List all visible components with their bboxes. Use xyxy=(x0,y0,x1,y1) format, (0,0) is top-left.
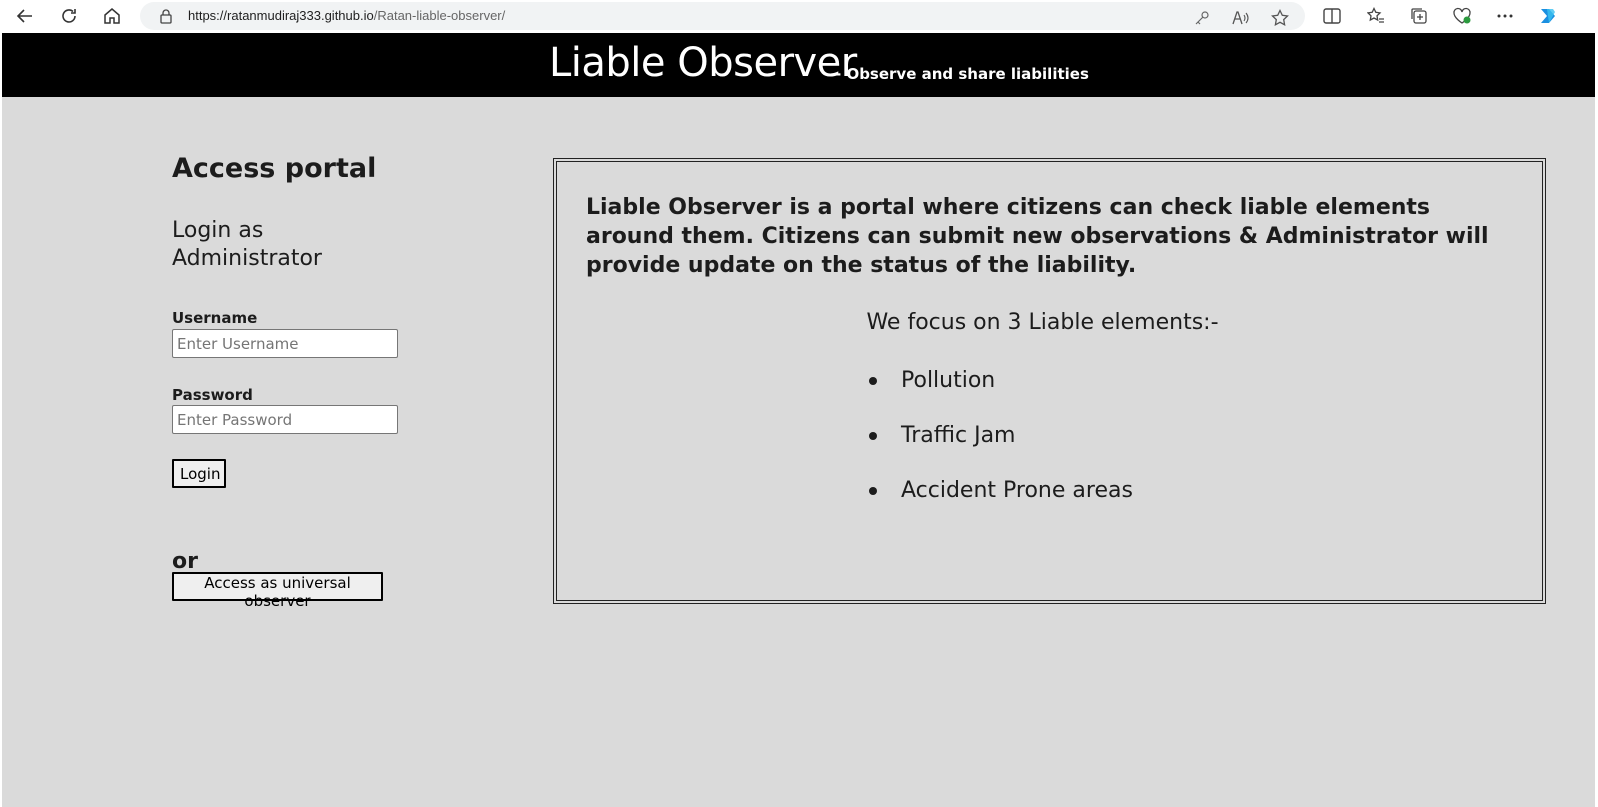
password-key-icon[interactable] xyxy=(1191,7,1213,29)
username-label: Username xyxy=(172,309,258,327)
page-body: Liable Observer - Observe and share liab… xyxy=(2,33,1595,807)
list-item-label: Accident Prone areas xyxy=(901,478,1133,503)
username-input[interactable] xyxy=(172,329,398,358)
browser-essentials-icon[interactable] xyxy=(1451,5,1473,27)
password-label: Password xyxy=(172,386,253,404)
list-item-label: Traffic Jam xyxy=(901,423,1016,448)
access-portal-title: Access portal xyxy=(172,153,377,184)
url-text: https://ratanmudiraj333.github.io/Ratan-… xyxy=(188,8,505,23)
split-screen-icon[interactable] xyxy=(1321,5,1343,27)
site-header: Liable Observer - Observe and share liab… xyxy=(2,33,1595,97)
login-title: Login as Administrator xyxy=(172,218,322,271)
site-subtitle: - Observe and share liabilities xyxy=(835,65,1089,83)
universal-observer-button[interactable]: Access as universal observer xyxy=(172,572,383,610)
list-item-label: Pollution xyxy=(901,368,996,393)
site-title: Liable Observer xyxy=(549,40,857,86)
favorite-star-icon[interactable] xyxy=(1269,7,1291,29)
bullet-icon xyxy=(869,487,877,495)
favorites-icon[interactable] xyxy=(1365,5,1387,27)
list-item: Accident Prone areas xyxy=(869,477,1133,532)
list-item: Traffic Jam xyxy=(869,422,1133,477)
list-item: Pollution xyxy=(869,367,1133,422)
bullet-icon xyxy=(869,432,877,440)
lock-icon[interactable] xyxy=(158,8,174,24)
password-input[interactable] xyxy=(172,405,398,434)
liable-elements-list: Pollution Traffic Jam Accident Prone are… xyxy=(869,367,1133,532)
bullet-icon xyxy=(869,377,877,385)
portal-description: Liable Observer is a portal where citize… xyxy=(586,195,1489,278)
refresh-icon[interactable] xyxy=(58,5,80,27)
url-path: /Ratan-liable-observer/ xyxy=(373,8,506,23)
info-panel: Liable Observer is a portal where citize… xyxy=(553,158,1546,604)
login-button[interactable]: Login xyxy=(172,459,226,488)
url-host: https://ratanmudiraj333.github.io xyxy=(188,8,374,23)
focus-heading: We focus on 3 Liable elements:- xyxy=(866,310,1219,335)
or-separator: or xyxy=(172,549,198,574)
back-icon[interactable] xyxy=(14,5,36,27)
more-options-icon[interactable] xyxy=(1494,5,1516,27)
home-icon[interactable] xyxy=(101,5,123,27)
read-aloud-icon[interactable] xyxy=(1230,7,1252,29)
copilot-icon[interactable] xyxy=(1537,5,1559,27)
collections-icon[interactable] xyxy=(1408,5,1430,27)
address-bar[interactable]: https://ratanmudiraj333.github.io/Ratan-… xyxy=(140,2,1305,30)
browser-toolbar: https://ratanmudiraj333.github.io/Ratan-… xyxy=(0,0,1598,33)
